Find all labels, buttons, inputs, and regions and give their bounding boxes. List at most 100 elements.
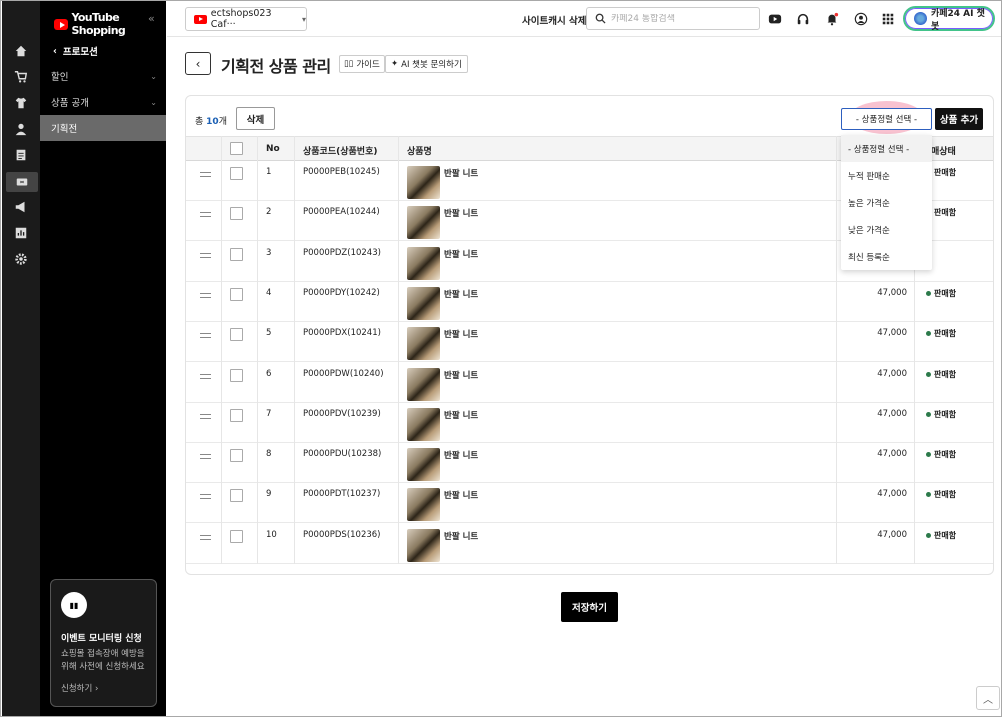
stats-icon[interactable] bbox=[13, 225, 29, 241]
user-icon[interactable] bbox=[13, 121, 29, 137]
sort-select[interactable]: - 상품정렬 선택 - bbox=[841, 108, 932, 130]
headset-icon[interactable] bbox=[795, 11, 811, 27]
shop-selector[interactable]: ectshops023 Caf··· ▾ bbox=[185, 7, 307, 31]
sidebar-item-exhibition[interactable]: 기획전 bbox=[40, 115, 166, 141]
drag-handle-icon[interactable] bbox=[200, 413, 211, 419]
row-checkbox[interactable] bbox=[230, 207, 243, 221]
sale-status-label: 판매함 bbox=[934, 369, 957, 379]
delete-button[interactable]: 삭제 bbox=[236, 107, 275, 130]
back-button[interactable]: ‹ bbox=[185, 52, 211, 75]
drag-handle-icon[interactable] bbox=[200, 212, 211, 218]
table-row[interactable]: 8 P0000PDU(10238) 반팔 니트 47,000 판매함 bbox=[186, 443, 993, 484]
sidebar-item-label: 할인 bbox=[51, 72, 69, 83]
drag-handle-icon[interactable] bbox=[200, 454, 211, 460]
notification-bell-icon[interactable] bbox=[824, 11, 840, 27]
sort-option[interactable]: 높은 가격순 bbox=[841, 189, 932, 216]
megaphone-icon[interactable] bbox=[13, 199, 29, 215]
collapse-sidebar-icon[interactable]: « bbox=[148, 12, 155, 25]
drag-handle-icon[interactable] bbox=[200, 252, 211, 258]
row-checkbox[interactable] bbox=[230, 247, 243, 261]
product-name[interactable]: 반팔 니트 bbox=[444, 288, 478, 300]
sort-option[interactable]: 최신 등록순 bbox=[841, 243, 932, 270]
total-suffix: 개 bbox=[218, 117, 227, 127]
product-thumbnail bbox=[407, 367, 440, 401]
shirt-icon[interactable] bbox=[13, 95, 29, 111]
product-name[interactable]: 반팔 니트 bbox=[444, 207, 478, 219]
drag-handle-icon[interactable] bbox=[200, 333, 211, 339]
product-name[interactable]: 반팔 니트 bbox=[444, 409, 478, 421]
select-all-checkbox[interactable] bbox=[230, 142, 243, 155]
drag-handle-icon[interactable] bbox=[200, 172, 211, 177]
row-number: 9 bbox=[266, 489, 272, 500]
sale-status-label: 판매함 bbox=[934, 530, 957, 540]
product-name[interactable]: 반팔 니트 bbox=[444, 248, 478, 260]
card-title: 이벤트 모니터링 신청 bbox=[61, 634, 142, 644]
total-prefix: 총 bbox=[195, 117, 204, 127]
row-checkbox[interactable] bbox=[230, 529, 243, 543]
sidebar-back-promotion[interactable]: ‹ 프로모션 bbox=[53, 44, 98, 59]
drag-handle-icon[interactable] bbox=[200, 494, 211, 500]
product-name[interactable]: 반팔 니트 bbox=[444, 489, 478, 501]
product-name[interactable]: 반팔 니트 bbox=[444, 449, 478, 461]
sidebar-item-discount[interactable]: 할인 ⌄ bbox=[40, 63, 166, 89]
product-thumbnail bbox=[407, 488, 440, 522]
caret-down-icon: ▾ bbox=[301, 14, 306, 24]
cart-icon[interactable] bbox=[13, 69, 29, 85]
save-button[interactable]: 저장하기 bbox=[561, 592, 618, 622]
ai-chatbot-button[interactable]: 카페24 AI 챗봇 bbox=[903, 6, 995, 32]
product-code: P0000PEB(10245) bbox=[303, 167, 380, 177]
sale-status-label: 판매함 bbox=[934, 490, 957, 500]
product-price: 47,000 bbox=[877, 328, 907, 339]
document-icon[interactable] bbox=[13, 147, 29, 163]
search-icon bbox=[595, 13, 606, 24]
table-row[interactable]: 9 P0000PDT(10237) 반팔 니트 47,000 판매함 bbox=[186, 483, 993, 524]
drag-handle-icon[interactable] bbox=[200, 373, 211, 379]
product-name[interactable]: 반팔 니트 bbox=[444, 167, 478, 179]
row-checkbox[interactable] bbox=[230, 449, 243, 463]
guide-button[interactable]: ▯▯ 가이드 bbox=[339, 55, 385, 73]
sort-option[interactable]: 누적 판매순 bbox=[841, 162, 932, 189]
row-checkbox[interactable] bbox=[230, 167, 243, 180]
product-name[interactable]: 반팔 니트 bbox=[444, 369, 478, 381]
table-row[interactable]: 6 P0000PDW(10240) 반팔 니트 47,000 판매함 bbox=[186, 363, 993, 403]
clear-cache-button[interactable]: 사이트캐시 삭제 bbox=[522, 13, 587, 27]
row-checkbox[interactable] bbox=[230, 368, 243, 382]
sale-status: 판매함 bbox=[926, 489, 956, 500]
row-checkbox[interactable] bbox=[230, 408, 243, 422]
table-row[interactable]: 5 P0000PDX(10241) 반팔 니트 47,000 판매함 bbox=[186, 322, 993, 363]
book-icon: ▯▯ bbox=[344, 59, 354, 69]
youtube-play-icon[interactable] bbox=[767, 11, 783, 27]
sidebar-item-product-publish[interactable]: 상품 공개 ⌄ bbox=[40, 89, 166, 115]
row-checkbox[interactable] bbox=[230, 328, 243, 342]
product-name[interactable]: 반팔 니트 bbox=[444, 328, 478, 340]
drag-handle-icon[interactable] bbox=[200, 292, 211, 298]
table-row[interactable]: 4 P0000PDY(10242) 반팔 니트 47,000 판매함 bbox=[186, 282, 993, 322]
account-icon[interactable] bbox=[853, 11, 869, 27]
settings-icon[interactable] bbox=[13, 251, 29, 267]
product-code: P0000PEA(10244) bbox=[303, 207, 380, 218]
drag-handle-icon[interactable] bbox=[200, 534, 211, 540]
sort-option[interactable]: - 상품정렬 선택 - bbox=[841, 135, 932, 162]
sort-option[interactable]: 낮은 가격순 bbox=[841, 216, 932, 243]
column-header-name: 상품명 bbox=[407, 147, 432, 157]
sale-status-label: 판매함 bbox=[934, 329, 957, 339]
product-price: 47,000 bbox=[877, 529, 907, 540]
shop-name: ectshops023 Caf··· bbox=[210, 8, 272, 30]
sale-status: 판매함 bbox=[926, 409, 956, 420]
apps-grid-icon[interactable] bbox=[880, 11, 896, 27]
add-product-button[interactable]: 상품 추가 bbox=[935, 108, 983, 130]
home-icon[interactable] bbox=[13, 43, 29, 59]
product-thumbnail bbox=[407, 528, 440, 562]
row-checkbox[interactable] bbox=[230, 489, 243, 503]
table-row[interactable]: 7 P0000PDV(10239) 반팔 니트 47,000 판매함 bbox=[186, 403, 993, 443]
youtube-logo-icon bbox=[54, 18, 69, 30]
search-input[interactable] bbox=[611, 13, 751, 24]
ticket-icon[interactable] bbox=[6, 172, 38, 192]
row-checkbox[interactable] bbox=[230, 287, 243, 301]
product-name[interactable]: 반팔 니트 bbox=[444, 530, 478, 542]
ai-question-button[interactable]: ✦ AI 챗봇 문의하기 bbox=[385, 55, 468, 73]
status-dot-icon bbox=[926, 331, 931, 337]
card-apply-link[interactable]: 신청하기 › bbox=[61, 682, 98, 694]
table-row[interactable]: 10 P0000PDS(10236) 반팔 니트 47,000 판매함 bbox=[186, 524, 993, 564]
scroll-top-button[interactable]: ︿ bbox=[976, 686, 1000, 710]
